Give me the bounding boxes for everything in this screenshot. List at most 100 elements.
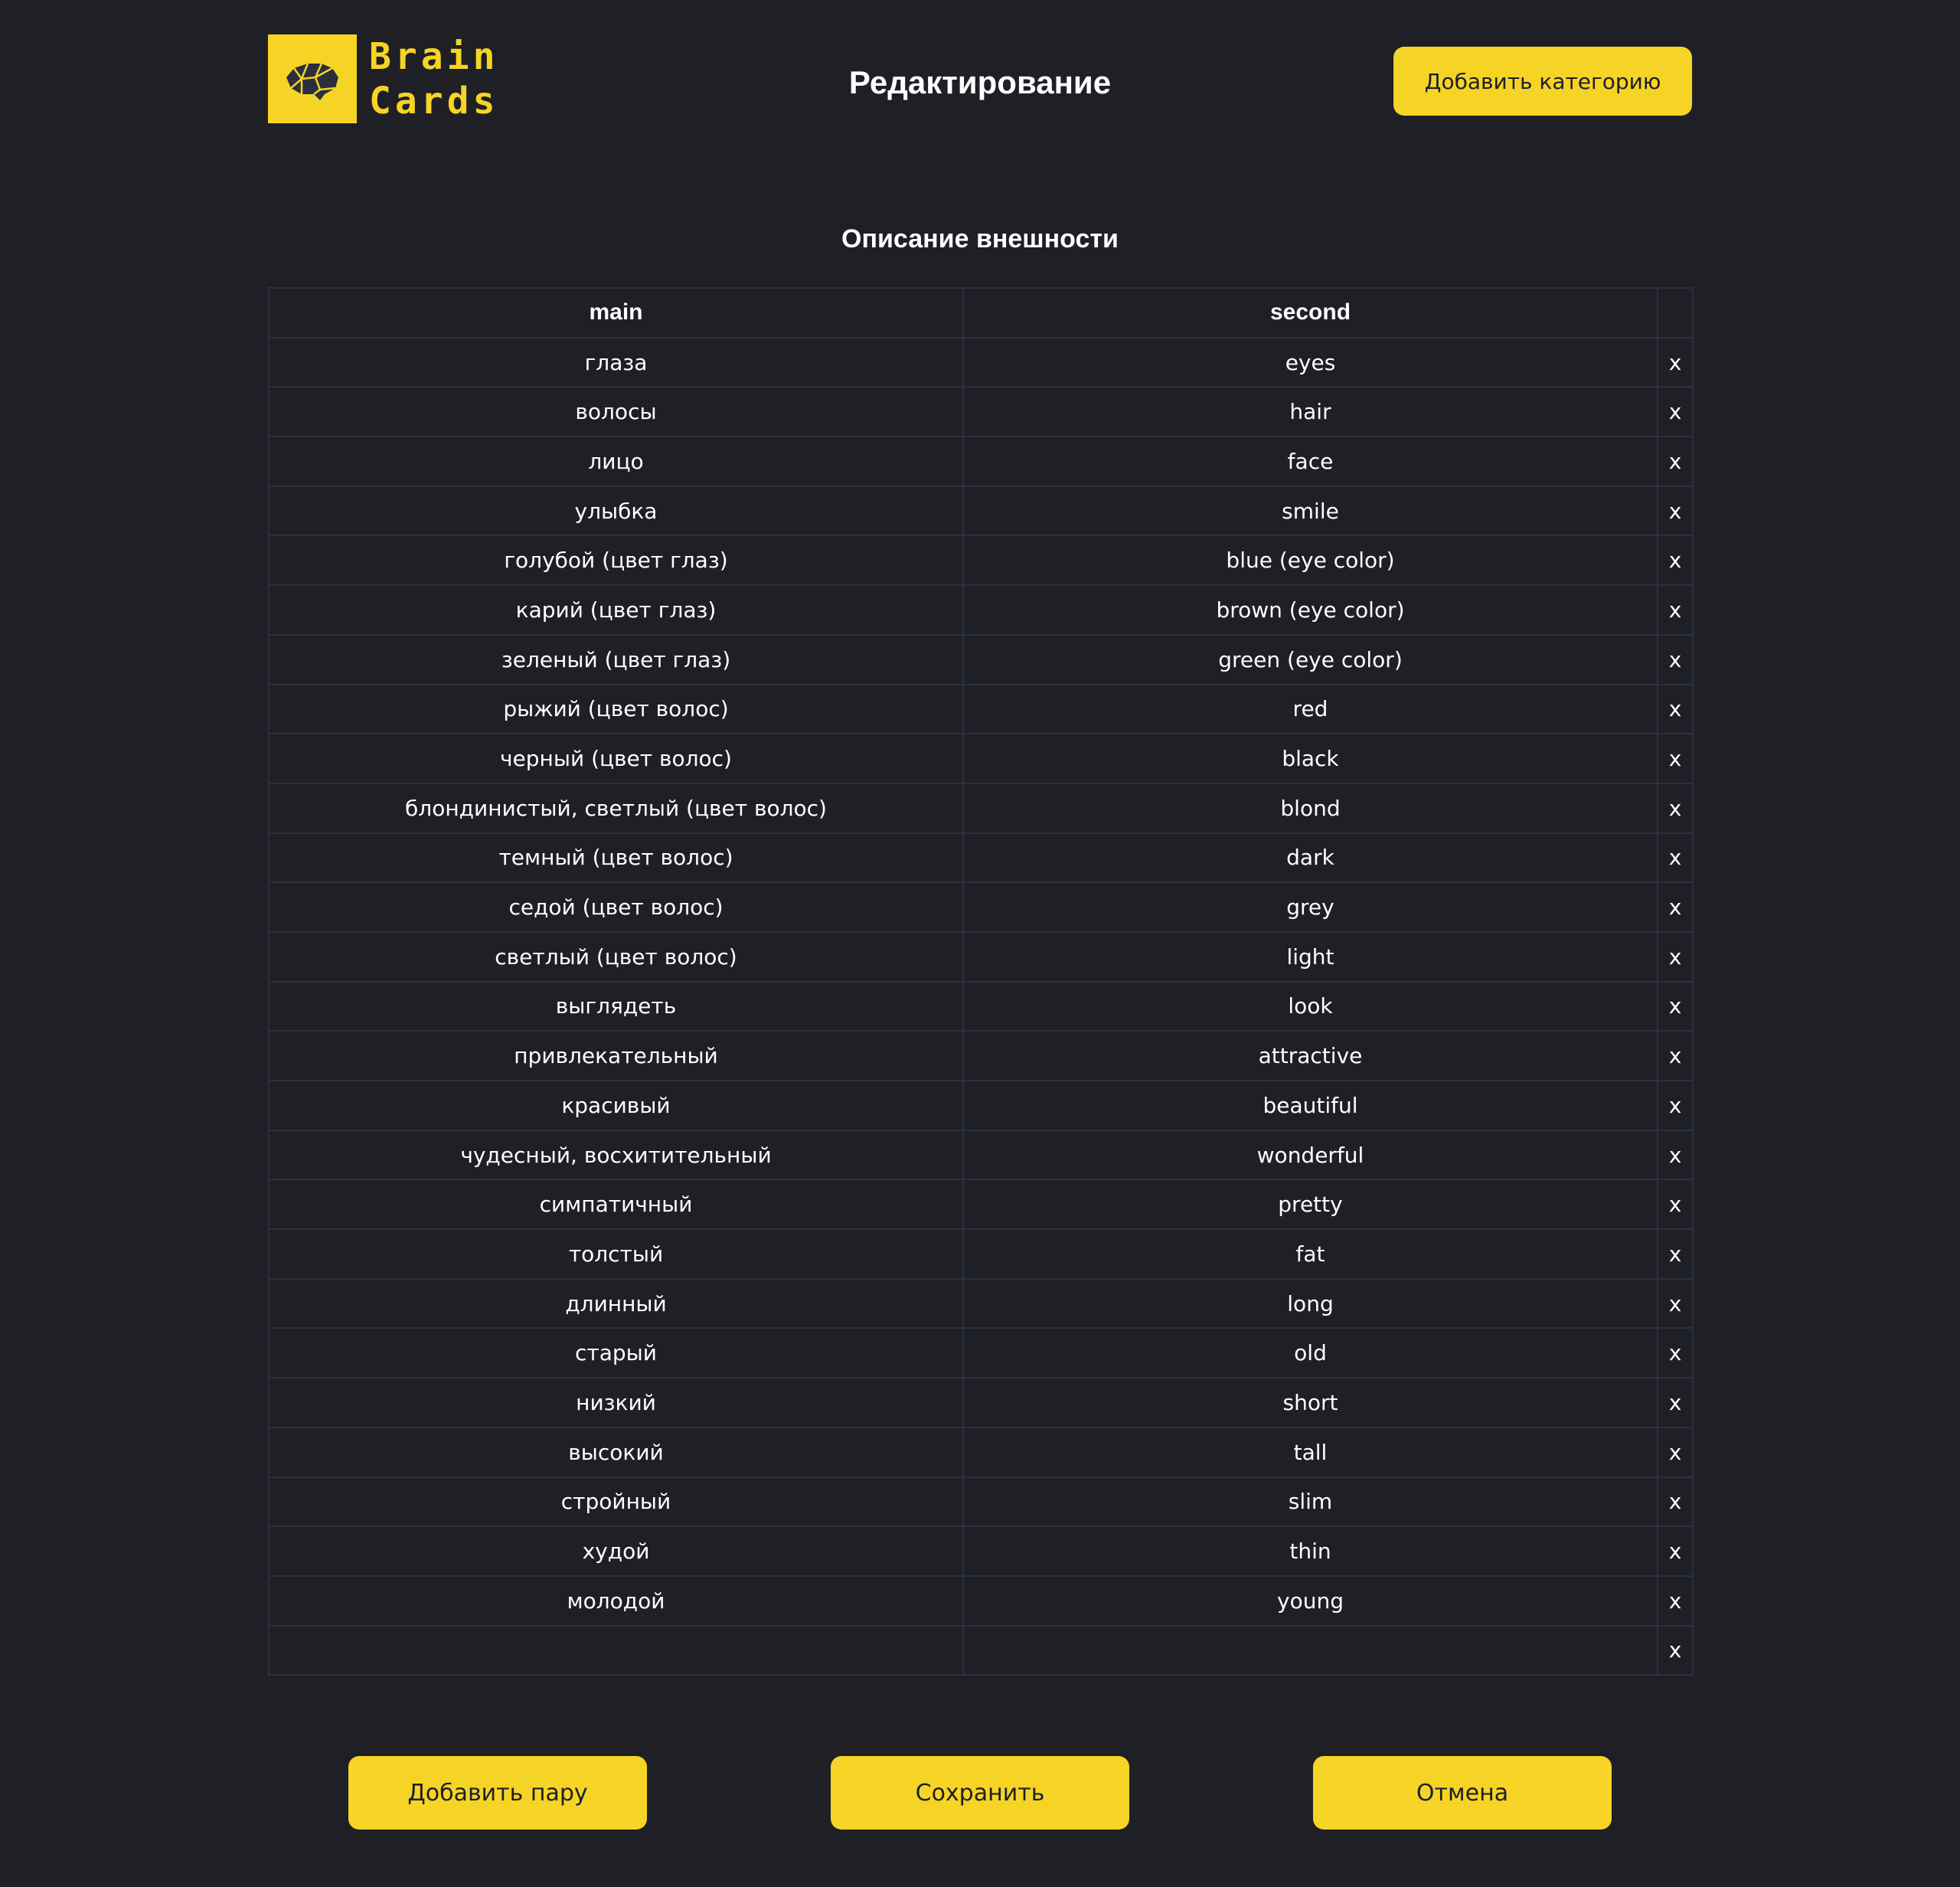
cell-second[interactable]: fat (962, 1228, 1658, 1280)
cell-main[interactable]: улыбка (268, 485, 964, 537)
cell-second[interactable]: young (962, 1575, 1658, 1627)
delete-row-button[interactable]: x (1657, 1327, 1694, 1379)
delete-row-button[interactable]: x (1657, 782, 1694, 834)
cell-main[interactable]: выглядеть (268, 980, 964, 1032)
cell-main[interactable]: зеленый (цвет глаз) (268, 633, 964, 685)
cell-second[interactable] (962, 1624, 1658, 1676)
cell-second[interactable]: look (962, 980, 1658, 1032)
cell-main[interactable]: рыжий (цвет волос) (268, 683, 964, 735)
delete-row-button[interactable]: x (1657, 881, 1694, 933)
cell-main[interactable]: светлый (цвет волос) (268, 930, 964, 983)
cell-second[interactable]: attractive (962, 1030, 1658, 1081)
column-header-main: main (268, 287, 964, 338)
cell-main[interactable]: глаза (268, 336, 964, 388)
cell-second[interactable]: thin (962, 1526, 1658, 1577)
delete-row-button[interactable]: x (1657, 633, 1694, 685)
save-button[interactable]: Сохранить (831, 1756, 1129, 1830)
add-pair-button[interactable]: Добавить пару (348, 1756, 647, 1830)
cell-second[interactable]: long (962, 1277, 1658, 1329)
cell-main[interactable]: голубой (цвет глаз) (268, 535, 964, 587)
cell-second[interactable]: eyes (962, 336, 1658, 388)
cell-main[interactable]: седой (цвет волос) (268, 881, 964, 933)
cell-second[interactable]: green (eye color) (962, 633, 1658, 685)
cell-second[interactable]: slim (962, 1476, 1658, 1528)
cell-second[interactable]: pretty (962, 1179, 1658, 1231)
word-pairs-table: main second глаза eyes x волосы hair x лицо fac… (268, 287, 1694, 1676)
cell-main[interactable]: черный (цвет волос) (268, 733, 964, 784)
cell-second[interactable]: old (962, 1327, 1658, 1379)
cell-second[interactable]: red (962, 683, 1658, 735)
cell-main[interactable]: карий (цвет глаз) (268, 584, 964, 636)
delete-row-button[interactable]: x (1657, 1526, 1694, 1577)
table-row: темный (цвет волос) dark x (268, 832, 1694, 884)
cell-main[interactable]: симпатичный (268, 1179, 964, 1231)
cell-main[interactable]: волосы (268, 386, 964, 438)
cell-second[interactable]: light (962, 930, 1658, 983)
delete-row-button[interactable]: x (1657, 1030, 1694, 1081)
delete-row-button[interactable]: x (1657, 1277, 1694, 1329)
delete-row-button[interactable]: x (1657, 930, 1694, 983)
cell-main[interactable]: низкий (268, 1377, 964, 1428)
cell-main[interactable]: чудесный, восхитительный (268, 1129, 964, 1181)
cell-main[interactable] (268, 1624, 964, 1676)
column-header-second: second (962, 287, 1658, 338)
add-category-button[interactable]: Добавить категорию (1393, 47, 1692, 116)
cell-second[interactable]: grey (962, 881, 1658, 933)
delete-row-button[interactable]: x (1657, 535, 1694, 587)
cell-main[interactable]: длинный (268, 1277, 964, 1329)
delete-row-button[interactable]: x (1657, 980, 1694, 1032)
table-header-row: main second (268, 287, 1694, 338)
delete-row-button[interactable]: x (1657, 485, 1694, 537)
table-row: карий (цвет глаз) brown (eye color) x (268, 584, 1694, 636)
table-row: красивый beautiful x (268, 1080, 1694, 1131)
cell-main[interactable]: толстый (268, 1228, 964, 1280)
cell-main[interactable]: темный (цвет волос) (268, 832, 964, 884)
cell-main[interactable]: высокий (268, 1426, 964, 1478)
cell-main[interactable]: стройный (268, 1476, 964, 1528)
cell-second[interactable]: wonderful (962, 1129, 1658, 1181)
cell-second[interactable]: black (962, 733, 1658, 784)
cell-second[interactable]: smile (962, 485, 1658, 537)
cell-main[interactable]: старый (268, 1327, 964, 1379)
delete-row-button[interactable]: x (1657, 733, 1694, 784)
delete-row-button[interactable]: x (1657, 1129, 1694, 1181)
delete-row-button[interactable]: x (1657, 832, 1694, 884)
cell-main[interactable]: лицо (268, 436, 964, 487)
delete-row-button[interactable]: x (1657, 1476, 1694, 1528)
cell-main[interactable]: блондинистый, светлый (цвет волос) (268, 782, 964, 834)
delete-row-button[interactable]: x (1657, 1080, 1694, 1131)
table-row: симпатичный pretty x (268, 1179, 1694, 1231)
cell-second[interactable]: face (962, 436, 1658, 487)
cell-second[interactable]: brown (eye color) (962, 584, 1658, 636)
delete-row-button[interactable]: x (1657, 1377, 1694, 1428)
cell-main[interactable]: худой (268, 1526, 964, 1577)
cell-second[interactable]: blond (962, 782, 1658, 834)
cell-main[interactable]: привлекательный (268, 1030, 964, 1081)
cell-main[interactable]: молодой (268, 1575, 964, 1627)
delete-row-button[interactable]: x (1657, 1179, 1694, 1231)
cancel-button[interactable]: Отмена (1313, 1756, 1612, 1830)
delete-row-button[interactable]: x (1657, 1228, 1694, 1280)
cell-second[interactable]: hair (962, 386, 1658, 438)
delete-row-button[interactable]: x (1657, 386, 1694, 438)
delete-row-button[interactable]: x (1657, 1624, 1694, 1676)
delete-row-button[interactable]: x (1657, 683, 1694, 735)
delete-row-button[interactable]: x (1657, 584, 1694, 636)
cell-second[interactable]: short (962, 1377, 1658, 1428)
cell-second[interactable]: tall (962, 1426, 1658, 1478)
table-row: молодой young x (268, 1575, 1694, 1627)
cell-second[interactable]: beautiful (962, 1080, 1658, 1131)
delete-row-button[interactable]: x (1657, 1575, 1694, 1627)
table-row: привлекательный attractive x (268, 1030, 1694, 1081)
table-row: черный (цвет волос) black x (268, 733, 1694, 784)
delete-row-button[interactable]: x (1657, 436, 1694, 487)
delete-row-button[interactable]: x (1657, 1426, 1694, 1478)
header: Brain Cards Редактирование Добавить кате… (0, 0, 1960, 153)
cell-second[interactable]: dark (962, 832, 1658, 884)
delete-row-button[interactable]: x (1657, 336, 1694, 388)
cell-main[interactable]: красивый (268, 1080, 964, 1131)
table-row: толстый fat x (268, 1228, 1694, 1280)
cell-second[interactable]: blue (eye color) (962, 535, 1658, 587)
table-row: седой (цвет волос) grey x (268, 881, 1694, 933)
table-row: зеленый (цвет глаз) green (eye color) x (268, 633, 1694, 685)
